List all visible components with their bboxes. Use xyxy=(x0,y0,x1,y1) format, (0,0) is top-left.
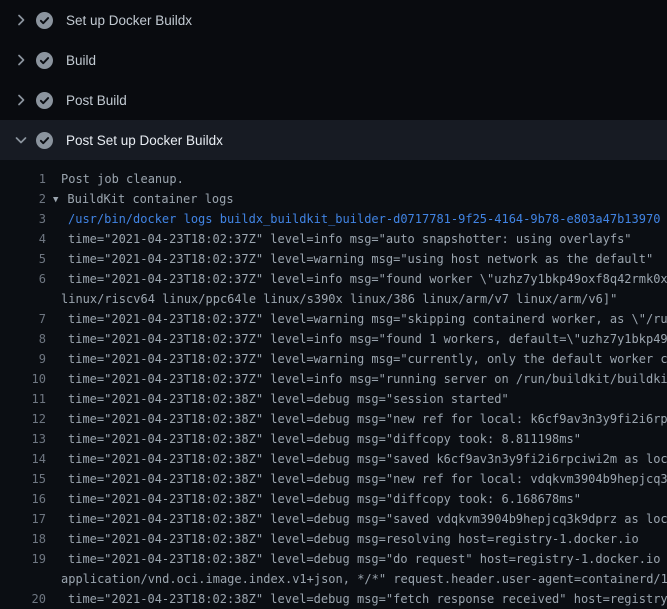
line-number[interactable]: 1 xyxy=(0,169,46,189)
log-text: time="2021-04-23T18:02:38Z" level=debug … xyxy=(46,529,667,549)
line-number[interactable]: 19 xyxy=(0,549,46,569)
log-text: Post job cleanup. xyxy=(46,169,667,189)
group-expanded-icon[interactable]: ▼ xyxy=(53,195,58,205)
log-text: linux/riscv64 linux/ppc64le linux/s390x … xyxy=(46,289,667,309)
log-text: time="2021-04-23T18:02:38Z" level=debug … xyxy=(46,409,667,429)
step-label: Build xyxy=(66,53,96,68)
line-number[interactable]: 7 xyxy=(0,309,46,329)
log-line: 8time="2021-04-23T18:02:37Z" level=info … xyxy=(0,329,667,349)
check-circle-icon xyxy=(36,132,53,149)
log-line-continuation: linux/riscv64 linux/ppc64le linux/s390x … xyxy=(0,289,667,309)
step-label: Post Build xyxy=(66,93,127,108)
line-number[interactable]: 11 xyxy=(0,389,46,409)
chevron-down-icon[interactable] xyxy=(13,132,29,148)
line-number[interactable]: 8 xyxy=(0,329,46,349)
log-line: 9time="2021-04-23T18:02:37Z" level=warni… xyxy=(0,349,667,369)
log-text: time="2021-04-23T18:02:38Z" level=debug … xyxy=(46,389,667,409)
log-line-continuation: application/vnd.oci.image.index.v1+json,… xyxy=(0,569,667,589)
log-command-text: /usr/bin/docker logs buildx_buildkit_bui… xyxy=(46,209,667,229)
log-text: time="2021-04-23T18:02:37Z" level=info m… xyxy=(46,369,667,389)
log-lines: 1Post job cleanup.2 ▼ BuildKit container l… xyxy=(0,169,667,609)
log-line: 15time="2021-04-23T18:02:38Z" level=debu… xyxy=(0,469,667,489)
log-text: time="2021-04-23T18:02:37Z" level=info m… xyxy=(46,329,667,349)
log-line: 5time="2021-04-23T18:02:37Z" level=warni… xyxy=(0,249,667,269)
line-number[interactable]: 12 xyxy=(0,409,46,429)
log-line: 2 ▼ BuildKit container logs xyxy=(0,189,667,209)
line-number[interactable]: 2 xyxy=(0,189,46,209)
log-text: time="2021-04-23T18:02:37Z" level=info m… xyxy=(46,229,667,249)
line-number[interactable]: 15 xyxy=(0,469,46,489)
line-number[interactable] xyxy=(0,569,46,589)
log-line: 3/usr/bin/docker logs buildx_buildkit_bu… xyxy=(0,209,667,229)
log-text: time="2021-04-23T18:02:38Z" level=debug … xyxy=(46,509,667,529)
log-line: 1Post job cleanup. xyxy=(0,169,667,189)
log-line: 18time="2021-04-23T18:02:38Z" level=debu… xyxy=(0,529,667,549)
log-text: time="2021-04-23T18:02:37Z" level=warnin… xyxy=(46,249,667,269)
chevron-right-icon[interactable] xyxy=(13,52,29,68)
log-panel: 1Post job cleanup.2 ▼ BuildKit container l… xyxy=(0,160,667,609)
line-number[interactable]: 6 xyxy=(0,269,46,289)
log-line: 10time="2021-04-23T18:02:37Z" level=info… xyxy=(0,369,667,389)
step-set-up-docker-buildx[interactable]: Set up Docker Buildx xyxy=(0,0,667,40)
log-text: time="2021-04-23T18:02:38Z" level=debug … xyxy=(46,449,667,469)
log-text[interactable]: ▼ BuildKit container logs xyxy=(46,189,667,209)
log-line: 20time="2021-04-23T18:02:38Z" level=debu… xyxy=(0,589,667,609)
log-text: time="2021-04-23T18:02:37Z" level=warnin… xyxy=(46,349,667,369)
line-number[interactable]: 16 xyxy=(0,489,46,509)
line-number[interactable]: 18 xyxy=(0,529,46,549)
log-line: 13time="2021-04-23T18:02:38Z" level=debu… xyxy=(0,429,667,449)
log-line: 16time="2021-04-23T18:02:38Z" level=debu… xyxy=(0,489,667,509)
log-line: 19time="2021-04-23T18:02:38Z" level=debu… xyxy=(0,549,667,569)
log-line: 17time="2021-04-23T18:02:38Z" level=debu… xyxy=(0,509,667,529)
step-label: Set up Docker Buildx xyxy=(66,13,192,28)
chevron-right-icon[interactable] xyxy=(13,12,29,28)
line-number[interactable] xyxy=(0,289,46,309)
log-text: time="2021-04-23T18:02:38Z" level=debug … xyxy=(46,489,667,509)
log-line: 12time="2021-04-23T18:02:38Z" level=debu… xyxy=(0,409,667,429)
line-number[interactable]: 5 xyxy=(0,249,46,269)
log-text: time="2021-04-23T18:02:38Z" level=debug … xyxy=(46,429,667,449)
check-circle-icon xyxy=(36,12,53,29)
line-number[interactable]: 14 xyxy=(0,449,46,469)
check-circle-icon xyxy=(36,92,53,109)
group-title: BuildKit container logs xyxy=(67,192,233,206)
log-text: time="2021-04-23T18:02:37Z" level=info m… xyxy=(46,269,667,289)
log-line: 6time="2021-04-23T18:02:37Z" level=info … xyxy=(0,269,667,289)
step-build[interactable]: Build xyxy=(0,40,667,80)
log-line: 4time="2021-04-23T18:02:37Z" level=info … xyxy=(0,229,667,249)
line-number[interactable]: 20 xyxy=(0,589,46,609)
line-number[interactable]: 13 xyxy=(0,429,46,449)
log-line: 7time="2021-04-23T18:02:37Z" level=warni… xyxy=(0,309,667,329)
line-number[interactable]: 17 xyxy=(0,509,46,529)
step-post-build[interactable]: Post Build xyxy=(0,80,667,120)
line-number[interactable]: 9 xyxy=(0,349,46,369)
line-number[interactable]: 10 xyxy=(0,369,46,389)
log-text: time="2021-04-23T18:02:37Z" level=warnin… xyxy=(46,309,667,329)
step-label: Post Set up Docker Buildx xyxy=(66,133,223,148)
log-line: 11time="2021-04-23T18:02:38Z" level=debu… xyxy=(0,389,667,409)
chevron-right-icon[interactable] xyxy=(13,92,29,108)
check-circle-icon xyxy=(36,52,53,69)
log-line: 14time="2021-04-23T18:02:38Z" level=debu… xyxy=(0,449,667,469)
step-post-set-up-docker-buildx[interactable]: Post Set up Docker Buildx xyxy=(0,120,667,160)
log-text: time="2021-04-23T18:02:38Z" level=debug … xyxy=(46,549,667,569)
line-number[interactable]: 3 xyxy=(0,209,46,229)
log-text: time="2021-04-23T18:02:38Z" level=debug … xyxy=(46,469,667,489)
log-text: time="2021-04-23T18:02:38Z" level=debug … xyxy=(46,589,667,609)
line-number[interactable]: 4 xyxy=(0,229,46,249)
log-text: application/vnd.oci.image.index.v1+json,… xyxy=(46,569,667,589)
